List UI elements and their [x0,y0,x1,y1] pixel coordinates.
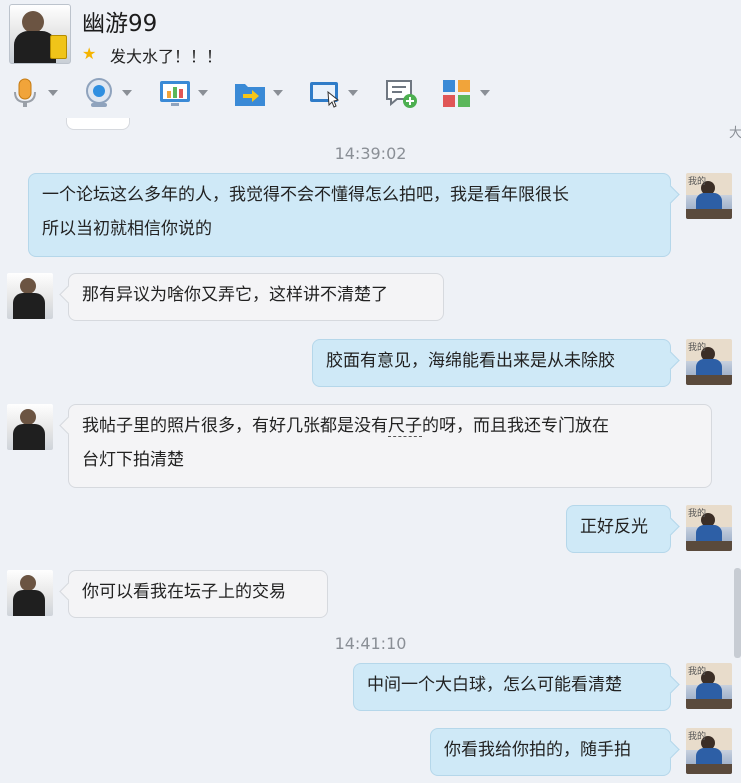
my-avatar[interactable]: 我的 [686,505,732,551]
chevron-down-icon[interactable] [273,90,283,96]
my-message-bubble[interactable]: 一个论坛这么多年的人，我觉得不会不懂得怎么拍吧，我是看年限很长 所以当初就相信你… [28,173,671,257]
my-avatar[interactable]: 我的 [686,663,732,709]
message-text-line: 台灯下拍清楚 [82,450,184,470]
microphone-icon [14,78,36,107]
peer-avatar[interactable] [7,273,53,319]
chevron-down-icon[interactable] [48,90,58,96]
screen-share-icon [160,81,190,106]
new-message-icon [386,80,417,108]
my-avatar[interactable]: 我的 [686,173,732,219]
peer-message-bubble[interactable]: 你可以看我在坛子上的交易 [68,570,328,618]
chat-history[interactable]: 大 14:39:02 一个论坛这么多年的人，我觉得不会不懂得怎么拍吧，我是看年限… [0,118,741,783]
message-text: 中间一个大白球，怎么可能看清楚 [367,675,622,695]
my-message-bubble[interactable]: 中间一个大白球，怎么可能看清楚 [353,663,671,711]
timestamp: 14:41:10 [334,634,407,653]
my-message-bubble[interactable]: 你看我给你拍的，随手拍 [430,728,671,776]
contact-name[interactable]: 幽游99 [82,4,157,38]
contact-avatar[interactable] [9,4,71,64]
chevron-down-icon[interactable] [348,90,358,96]
peer-avatar[interactable] [7,404,53,450]
peer-message-bubble[interactable]: 我帖子里的照片很多，有好几张都是没有尺子的呀，而且我还专门放在 台灯下拍清楚 [68,404,712,488]
scrollbar[interactable] [734,568,741,658]
message-text: 你可以看我在坛子上的交易 [82,582,286,602]
my-avatar[interactable]: 我的 [686,728,732,774]
apps-grid-icon [443,80,470,107]
previous-message-bubble [66,118,130,130]
remote-assist-icon [310,82,340,108]
message-text: 正好反光 [580,517,648,537]
chevron-down-icon[interactable] [122,90,132,96]
peer-message-bubble[interactable]: 那有异议为啥你又弄它，这样讲不清楚了 [68,273,444,321]
message-text: 胶面有意见，海绵能看出来是从未除胶 [326,351,615,371]
peer-avatar[interactable] [7,570,53,616]
star-icon: ★ [82,44,97,63]
spellcheck-marked-word: 尺子 [388,416,422,437]
my-avatar[interactable]: 我的 [686,339,732,385]
message-text-line: 所以当初就相信你说的 [42,219,212,239]
timestamp: 14:39:02 [334,144,407,163]
file-transfer-icon [235,84,265,106]
my-message-bubble[interactable]: 正好反光 [566,505,671,553]
toolbar [0,72,741,116]
chevron-down-icon[interactable] [480,90,490,96]
message-text: 你看我给你拍的，随手拍 [444,740,631,760]
scroll-edge-glyph: 大 [729,126,741,141]
chevron-down-icon[interactable] [198,90,208,96]
my-message-bubble[interactable]: 胶面有意见，海绵能看出来是从未除胶 [312,339,671,387]
webcam-icon [86,78,112,107]
contact-signature: 发大水了！！！ [110,47,223,66]
message-text: 那有异议为啥你又弄它，这样讲不清楚了 [82,285,388,305]
chat-header: 幽游99 ★ 发大水了！！！ [0,0,741,70]
message-text-line: 一个论坛这么多年的人，我觉得不会不懂得怎么拍吧，我是看年限很长 [42,185,569,205]
message-text-line: 我帖子里的照片很多，有好几张都是没有尺子的呀，而且我还专门放在 [82,416,609,437]
